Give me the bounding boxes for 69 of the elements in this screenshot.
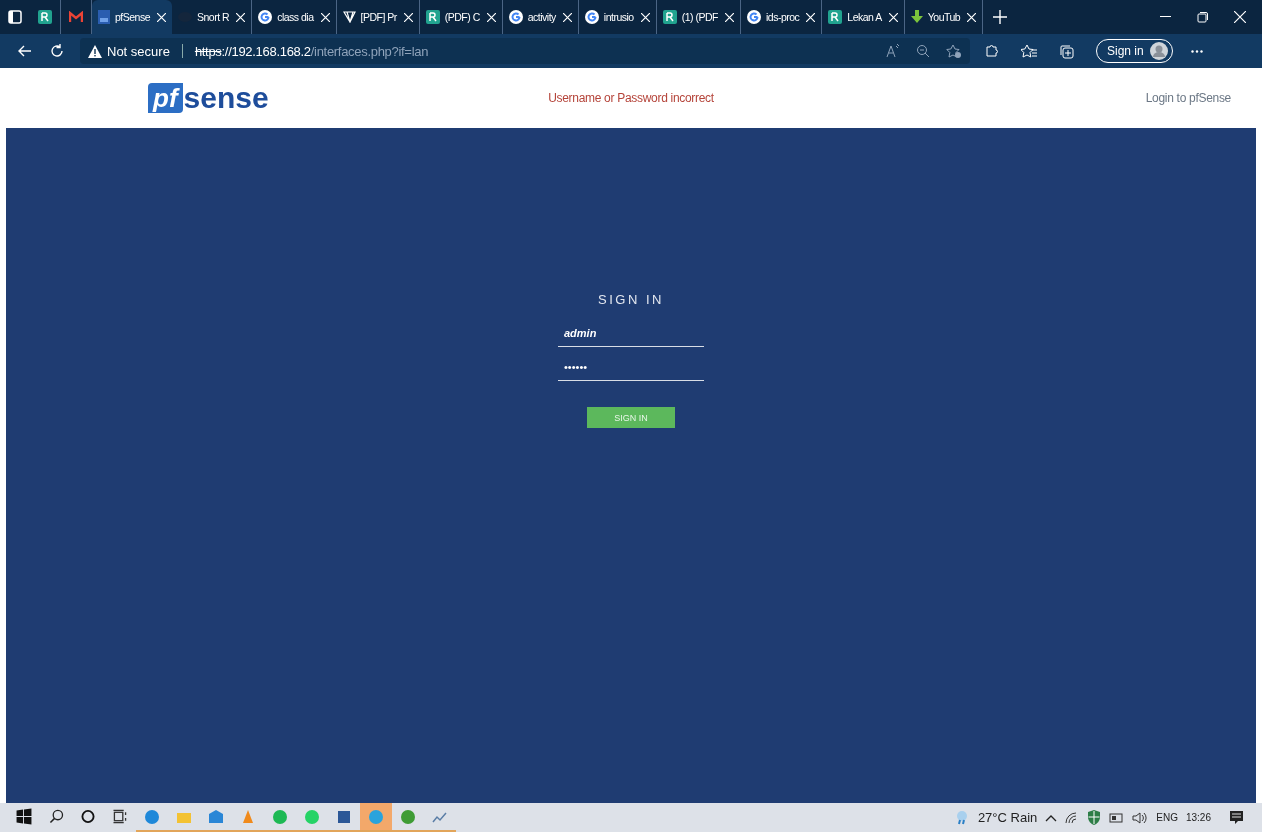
clock-time[interactable]: 13:26 (1185, 812, 1211, 823)
refresh-icon[interactable] (50, 44, 64, 58)
extensions-icon[interactable] (984, 43, 999, 59)
warning-icon (88, 44, 102, 58)
google-icon (584, 10, 599, 24)
close-icon[interactable] (1234, 11, 1246, 23)
avatar-icon (1149, 42, 1168, 60)
r-icon (38, 10, 52, 24)
tab-title: (1) (PDF (681, 11, 718, 23)
tab-title: ids-proc (765, 11, 800, 23)
add-favorite-icon[interactable] (946, 43, 962, 59)
google-icon (508, 10, 523, 24)
restore-icon[interactable] (1197, 11, 1208, 23)
close-icon[interactable] (640, 12, 650, 22)
diamond-icon (342, 11, 356, 23)
r-icon (828, 10, 843, 24)
notification-icon[interactable] (1229, 810, 1244, 825)
password-field[interactable]: •••••• (558, 353, 704, 381)
page-heading: Login to pfSense (1145, 91, 1231, 105)
weather-text[interactable]: 27°C Rain (977, 810, 1038, 825)
new-tab-icon[interactable] (993, 10, 1008, 24)
browser-tab[interactable]: pfSense (92, 0, 173, 34)
language-indicator[interactable]: ENG (1156, 812, 1178, 823)
close-icon[interactable] (486, 12, 496, 22)
tab-title: intrusio (603, 11, 634, 23)
close-icon[interactable] (724, 12, 734, 22)
close-icon[interactable] (157, 12, 167, 22)
tab-title: (PDF) C (444, 11, 480, 23)
download-icon (910, 10, 923, 24)
url-text: https://192.168.168.2/interfaces.php?if=lan (194, 43, 429, 59)
logo[interactable]: pf sense (148, 81, 423, 115)
close-icon[interactable] (562, 12, 572, 22)
battery-icon[interactable] (1109, 812, 1125, 823)
close-icon[interactable] (888, 12, 898, 22)
shield-icon[interactable] (1087, 810, 1102, 825)
close-icon[interactable] (967, 12, 977, 22)
tab-title: YouTub (927, 11, 961, 23)
tab-title: Lekan A (847, 11, 882, 23)
username-field[interactable]: admin (558, 319, 704, 347)
close-icon[interactable] (320, 12, 330, 22)
cone-icon (240, 808, 256, 825)
close-icon[interactable] (236, 12, 246, 22)
r-icon (425, 10, 440, 24)
chevron-up-icon[interactable] (1045, 813, 1058, 822)
form-title: SIGN IN (598, 292, 664, 307)
tab-title: class dia (277, 11, 314, 23)
r-icon (662, 10, 677, 24)
error-message: Username or Password incorrect (548, 91, 714, 105)
read-aloud-icon[interactable] (886, 43, 900, 58)
google-icon (746, 10, 761, 24)
more-icon[interactable] (1190, 49, 1203, 53)
speaker-icon[interactable] (1132, 811, 1149, 824)
tab-actions-icon[interactable] (8, 10, 22, 24)
minimize-icon[interactable] (1160, 16, 1171, 18)
collections-icon[interactable] (1059, 43, 1074, 59)
close-icon[interactable] (806, 12, 816, 22)
favorites-icon[interactable] (1021, 43, 1037, 59)
page-icon (98, 10, 110, 24)
tab-title: Snort R (197, 11, 230, 23)
tab-title: [PDF] Pr (360, 11, 397, 23)
zoom-out-icon[interactable] (916, 43, 930, 58)
m-icon (69, 11, 83, 23)
google-icon (258, 10, 273, 24)
tab-title: activity (527, 11, 556, 23)
security-label[interactable]: Not secure (107, 43, 170, 59)
close-icon[interactable] (403, 12, 413, 22)
back-icon[interactable] (18, 44, 32, 58)
tab-title: pfSense (115, 11, 151, 23)
address-bar[interactable]: Not secure https://192.168.168.2/interfaces.php?if=lan (80, 38, 970, 64)
